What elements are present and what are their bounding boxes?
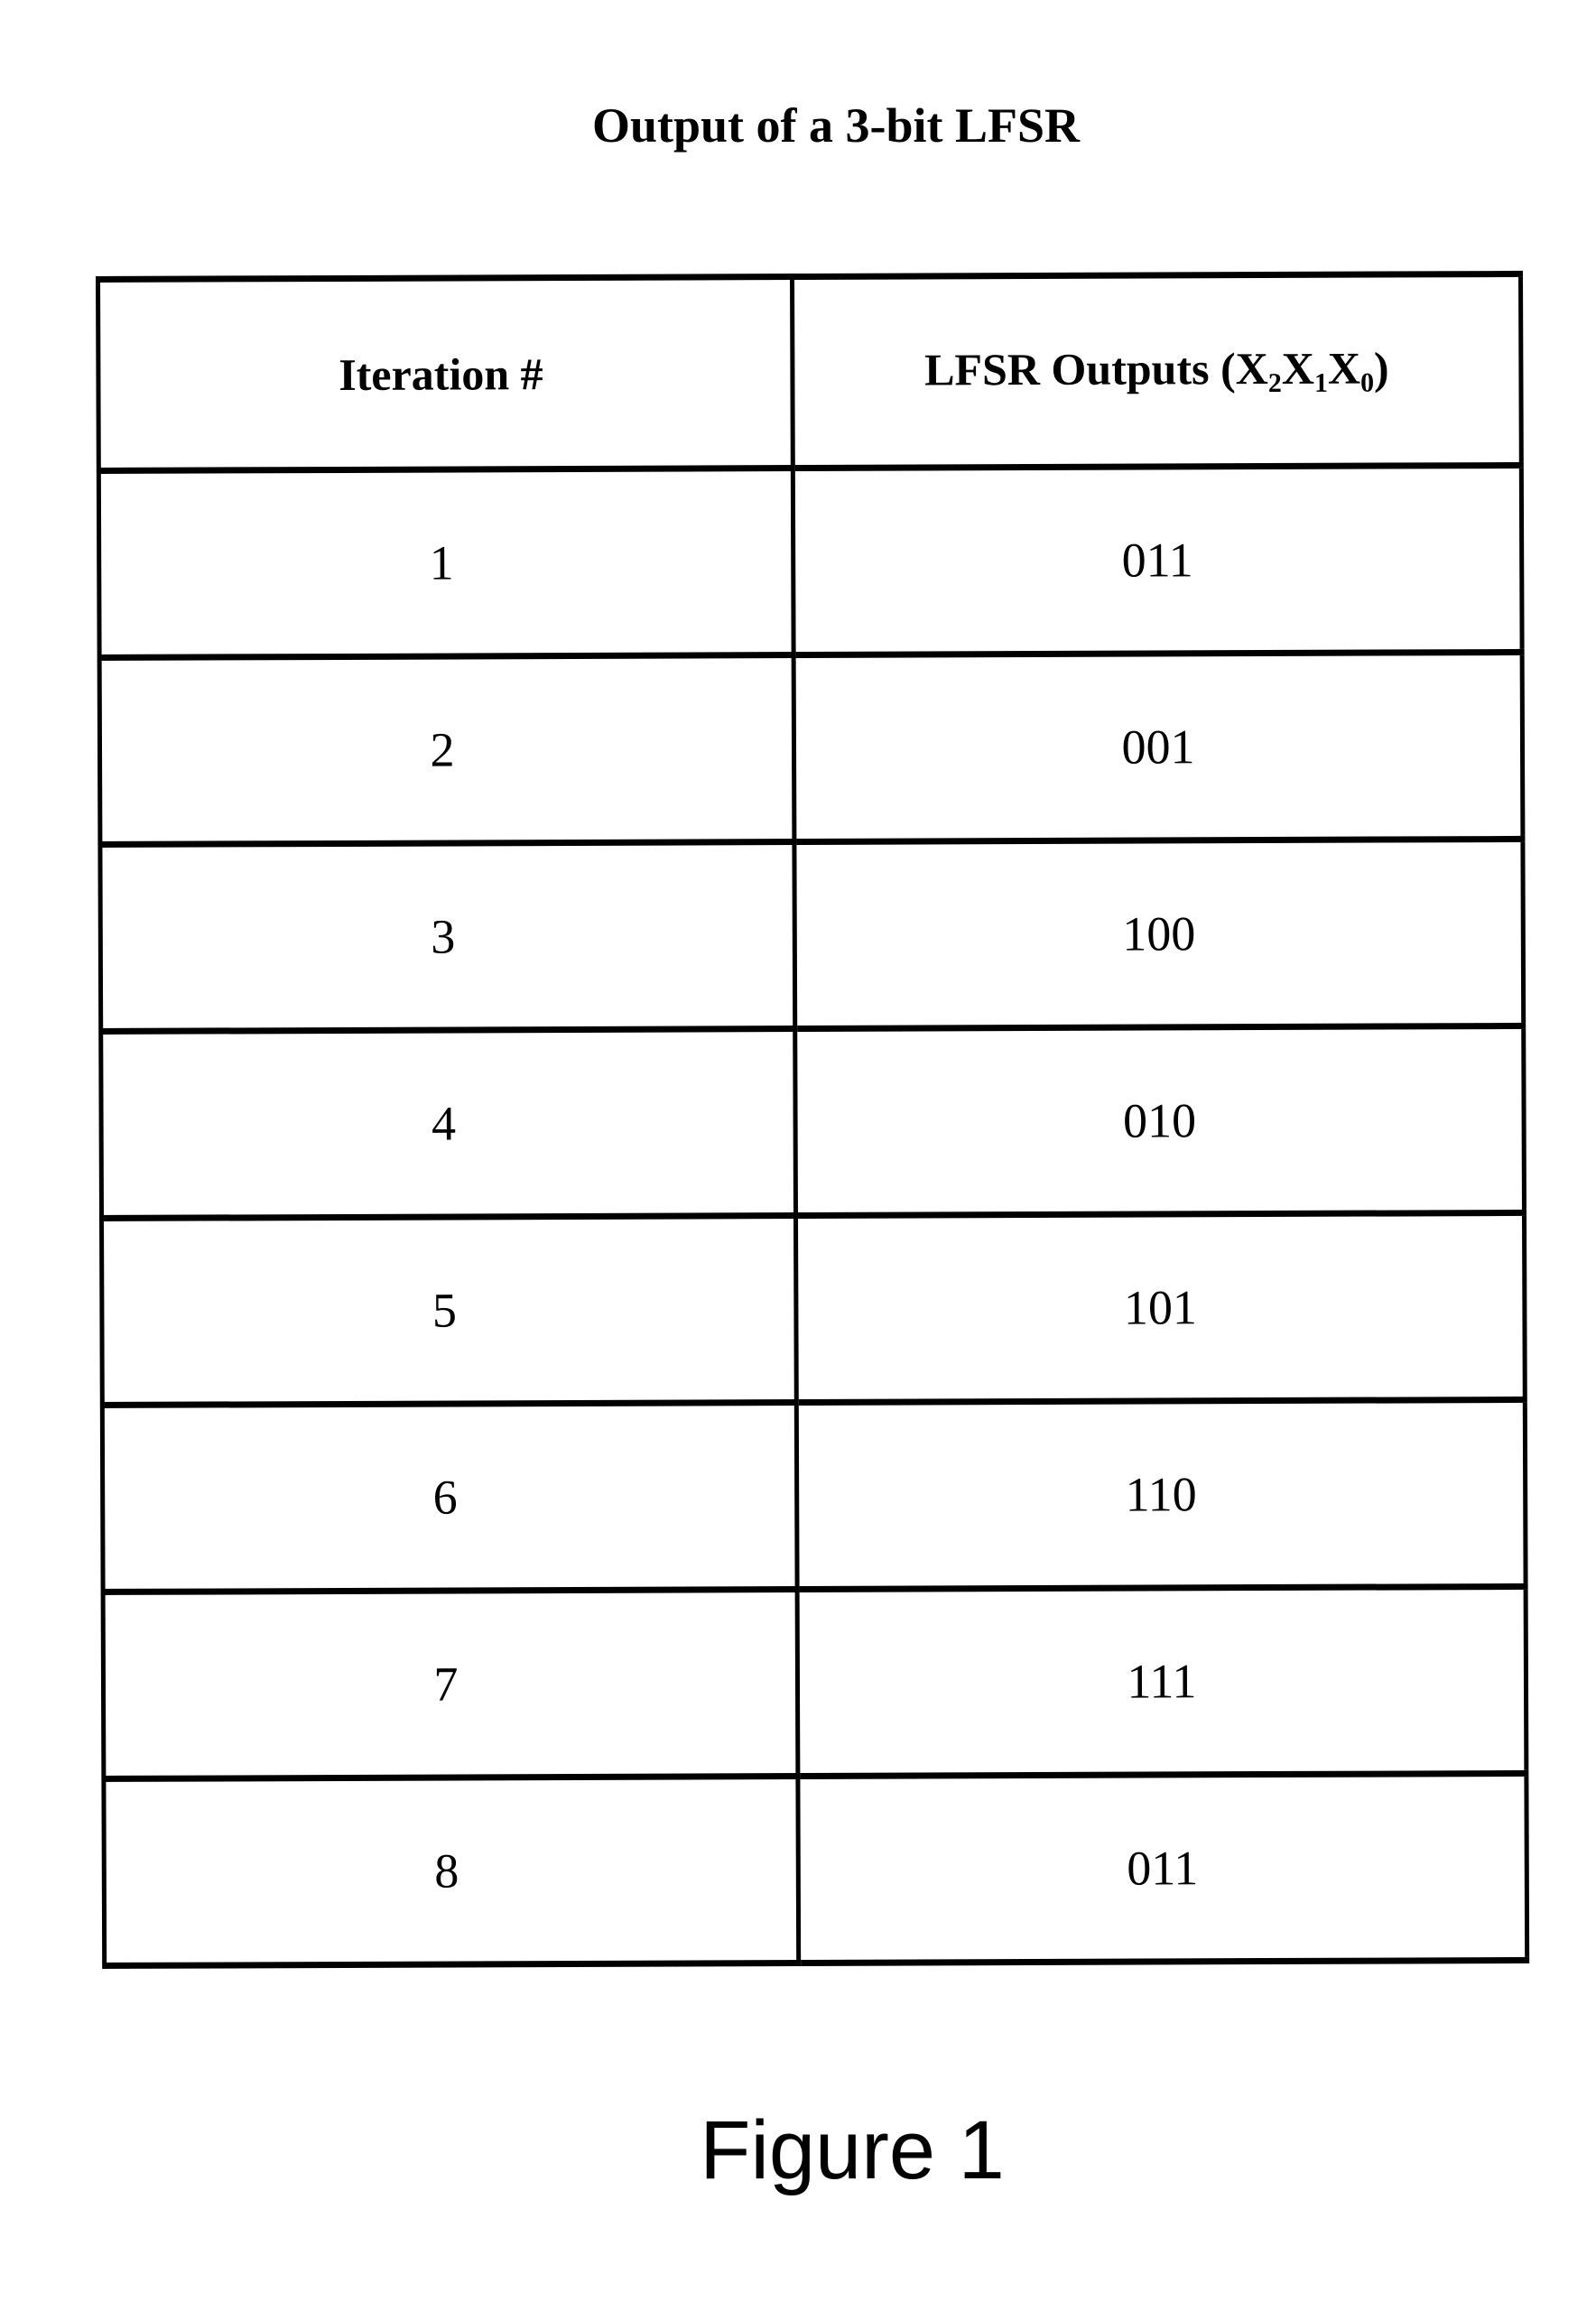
output-cell: 010	[794, 1026, 1525, 1216]
var-x0: X0	[1327, 342, 1374, 398]
table-row: 4 010	[100, 1026, 1525, 1219]
iteration-cell: 8	[103, 1776, 799, 1966]
var-x0-base: X	[1327, 342, 1361, 394]
table-row: 5 101	[101, 1212, 1526, 1406]
iteration-cell: 4	[100, 1028, 796, 1219]
lfsr-table-container: Iteration # LFSR Outputs (X2X1X0) 1 011 …	[96, 271, 1527, 1966]
var-x1-subscript: 1	[1313, 367, 1329, 398]
table-row: 2 001	[99, 652, 1523, 845]
output-cell: 001	[793, 652, 1523, 842]
header-row: Iteration # LFSR Outputs (X2X1X0)	[97, 274, 1522, 471]
table-row: 7 111	[103, 1586, 1526, 1779]
output-cell: 110	[796, 1399, 1526, 1590]
header-outputs-prefix: LFSR Outputs (	[924, 343, 1236, 395]
output-cell: 011	[793, 465, 1523, 655]
output-cell: 011	[797, 1773, 1527, 1963]
var-x2-base: X	[1235, 343, 1268, 394]
table-row: 6 110	[102, 1399, 1526, 1592]
var-x2-subscript: 2	[1267, 367, 1282, 399]
output-cell: 111	[797, 1586, 1526, 1777]
table-row: 3 100	[99, 839, 1524, 1032]
var-x2: X2	[1235, 343, 1282, 398]
var-x1-base: X	[1281, 342, 1314, 394]
iteration-cell: 6	[102, 1402, 798, 1592]
iteration-cell: 7	[103, 1589, 798, 1779]
table-row: 1 011	[98, 465, 1523, 658]
output-cell: 101	[795, 1212, 1526, 1403]
var-x1: X1	[1281, 342, 1328, 398]
iteration-cell: 5	[101, 1215, 797, 1406]
iteration-cell: 1	[98, 468, 794, 658]
iteration-cell: 2	[99, 654, 794, 845]
table-row: 8 011	[103, 1773, 1527, 1966]
iteration-cell: 3	[99, 841, 795, 1032]
output-cell: 100	[793, 839, 1524, 1029]
header-lfsr-outputs: LFSR Outputs (X2X1X0)	[792, 274, 1522, 469]
figure-caption: Figure 1	[700, 2104, 1005, 2196]
header-iteration: Iteration #	[97, 276, 793, 471]
header-outputs-suffix: )	[1373, 342, 1389, 394]
table-title: Output of a 3-bit LFSR	[591, 98, 1081, 153]
lfsr-output-table: Iteration # LFSR Outputs (X2X1X0) 1 011 …	[96, 271, 1529, 1969]
var-x0-subscript: 0	[1359, 367, 1375, 398]
